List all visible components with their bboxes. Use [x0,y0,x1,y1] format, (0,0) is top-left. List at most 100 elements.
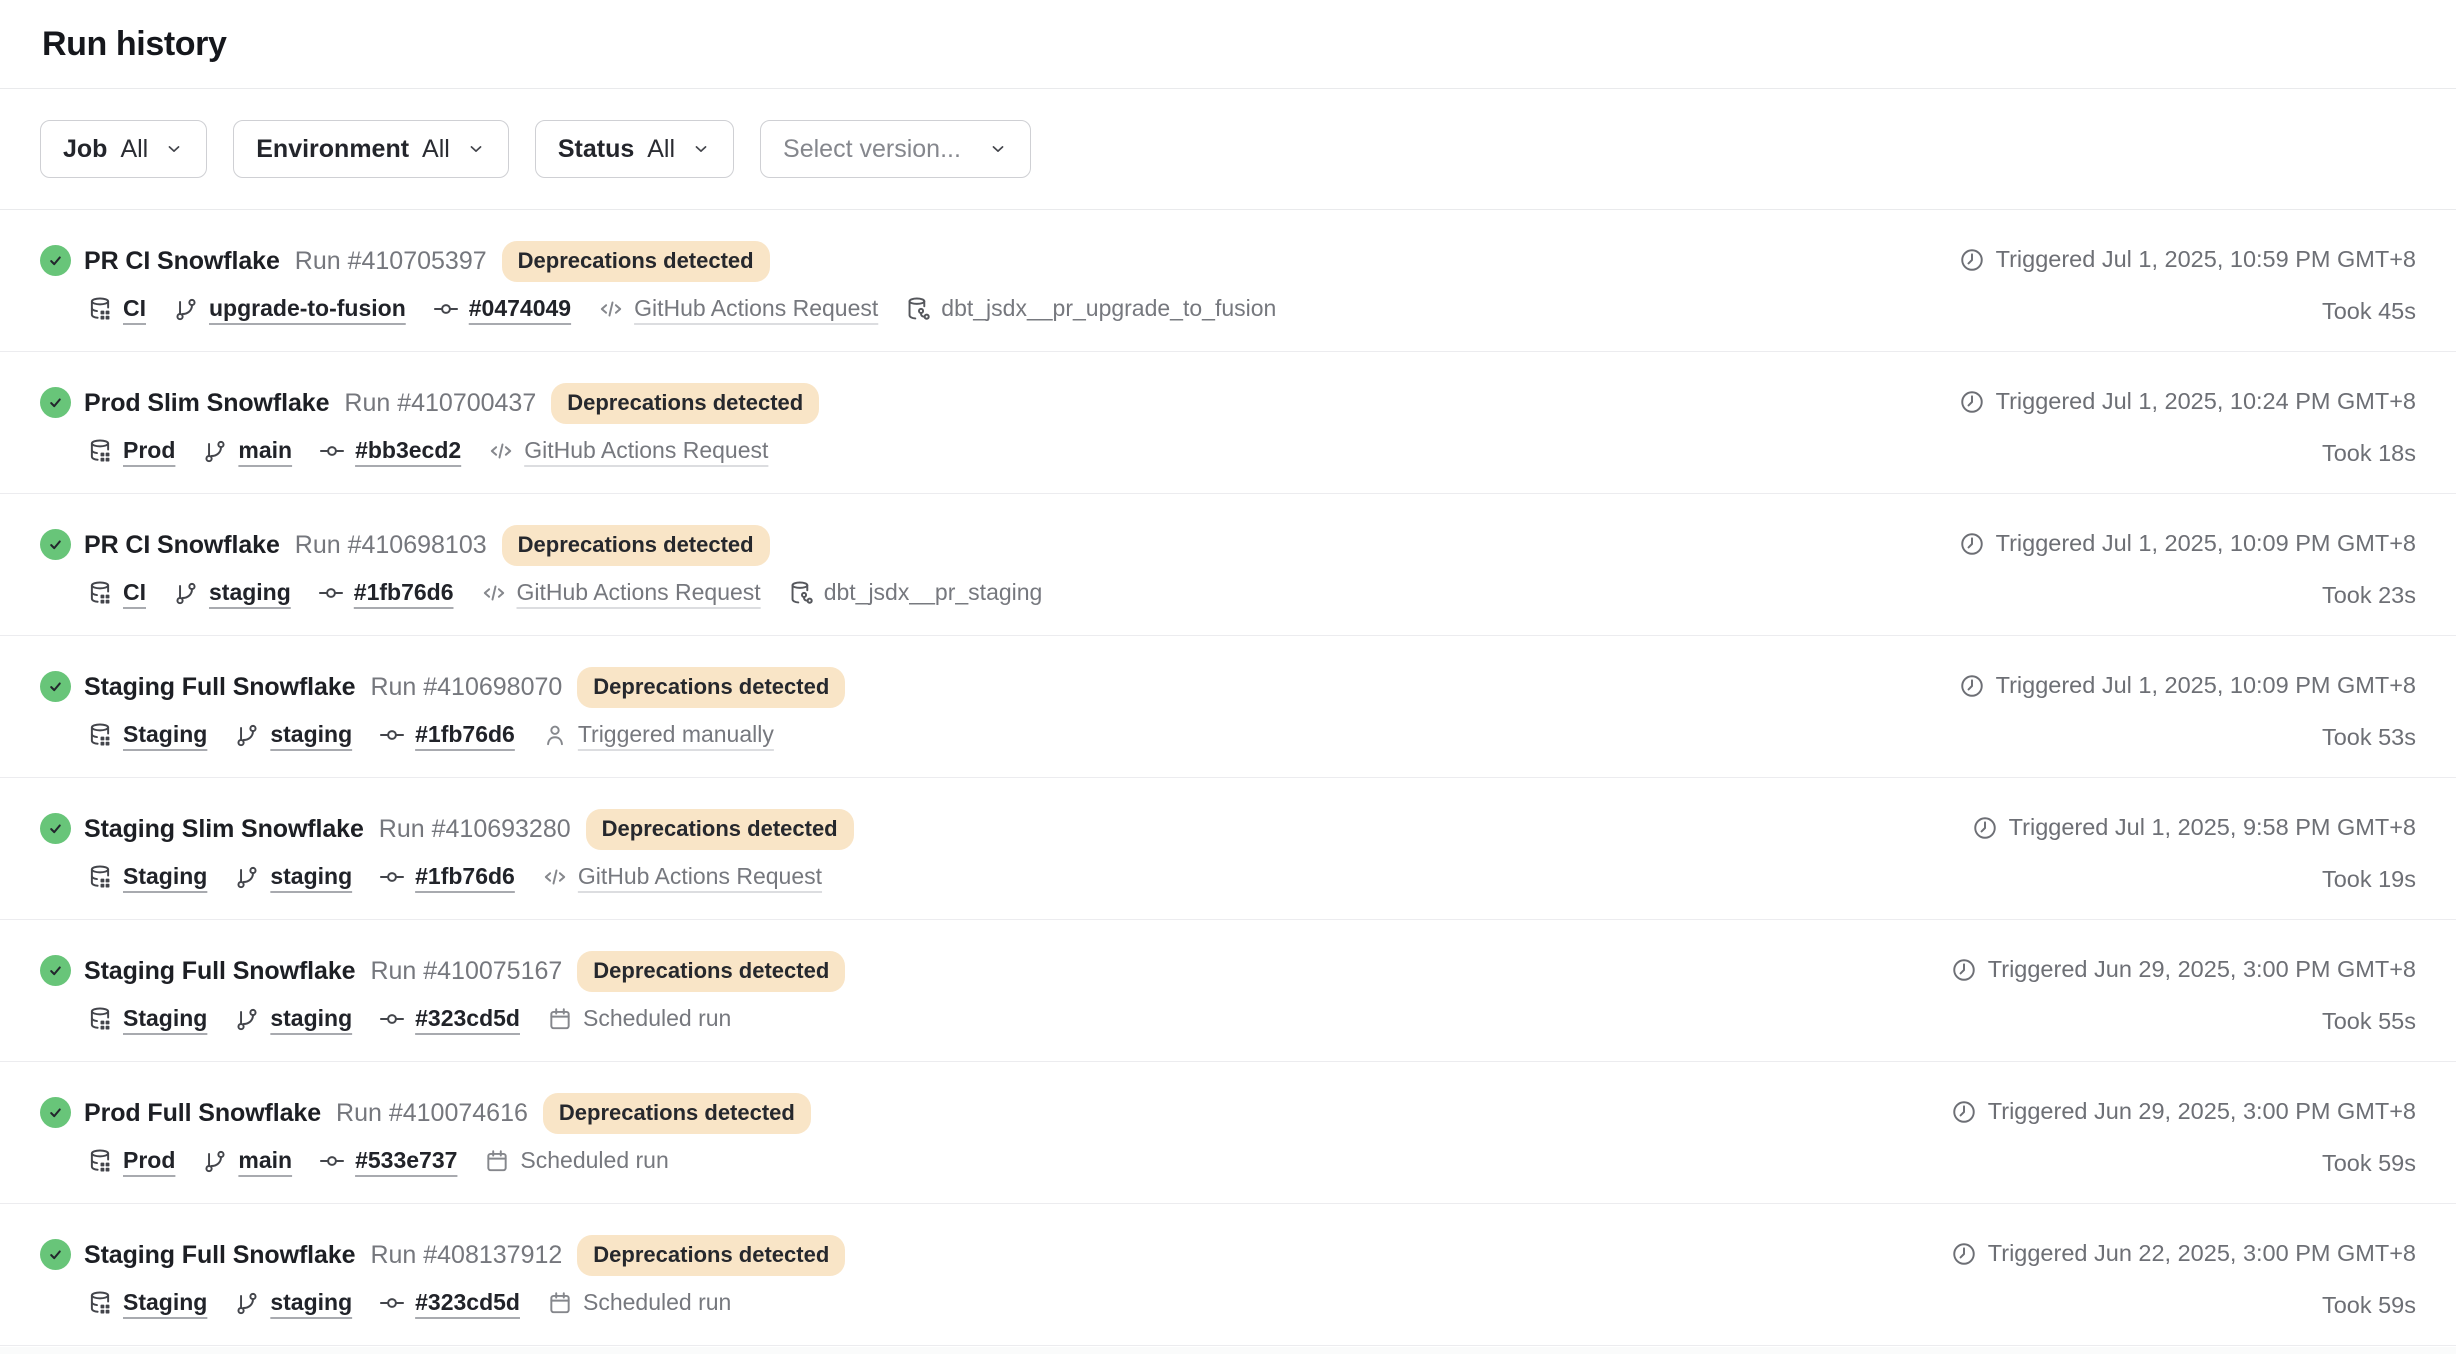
run-duration: Took 59s [1951,1292,2416,1319]
run-row[interactable]: Staging Full Snowflake Run #408137912 De… [0,1204,2456,1346]
schema-icon [788,580,814,606]
meta-environment-item[interactable]: Staging [87,1289,207,1316]
run-duration: Took 55s [1951,1008,2416,1035]
meta-branch-item[interactable]: upgrade-to-fusion [173,295,406,322]
meta-code-item[interactable]: GitHub Actions Request [481,579,761,606]
run-number: Run #410074616 [336,1099,528,1128]
schema-icon [905,296,931,322]
commit-icon [379,722,405,748]
meta-commit-item[interactable]: #1fb76d6 [318,579,454,606]
triggered-text: Triggered Jul 1, 2025, 10:09 PM GMT+8 [1996,672,2416,699]
clock-icon [1972,815,1998,841]
run-duration: Took 45s [1959,298,2416,325]
run-row[interactable]: Prod Full Snowflake Run #410074616 Depre… [0,1062,2456,1204]
run-name: Staging Full Snowflake [84,957,355,986]
run-meta: Prod main #bb3ecd2 GitHub Actions Request [87,437,819,464]
environment-icon [87,1290,113,1316]
commit-icon [319,1148,345,1174]
meta-person-item[interactable]: Triggered manually [542,721,774,748]
clock-icon [1959,247,1985,273]
page-title: Run history [42,25,227,64]
success-status-icon [40,955,71,986]
clock-icon [1951,957,1977,983]
page-header: Run history [0,0,2456,89]
meta-label: GitHub Actions Request [517,579,761,606]
run-name: Staging Full Snowflake [84,1241,355,1270]
triggered-timestamp: Triggered Jul 1, 2025, 10:24 PM GMT+8 [1959,388,2416,415]
run-row[interactable]: Staging Full Snowflake Run #410698070 De… [0,636,2456,778]
triggered-timestamp: Triggered Jun 29, 2025, 3:00 PM GMT+8 [1951,1098,2416,1125]
commit-icon [319,438,345,464]
meta-commit-item[interactable]: #1fb76d6 [379,863,515,890]
deprecations-badge: Deprecations detected [577,667,845,708]
run-row[interactable]: Staging Slim Snowflake Run #410693280 De… [0,778,2456,920]
run-duration: Took 23s [1959,582,2416,609]
chevron-down-icon [466,139,486,159]
environment-filter-value: All [422,135,450,164]
meta-environment-item[interactable]: Staging [87,1005,207,1032]
meta-environment-item[interactable]: CI [87,295,146,322]
run-row[interactable]: PR CI Snowflake Run #410698103 Deprecati… [0,494,2456,636]
branch-icon [173,296,199,322]
run-name: PR CI Snowflake [84,247,280,276]
status-filter-label: Status [558,135,634,164]
meta-label: #1fb76d6 [415,721,515,748]
success-status-icon [40,1239,71,1270]
success-status-icon [40,813,71,844]
run-row[interactable]: Prod Slim Snowflake Run #410700437 Depre… [0,352,2456,494]
environment-icon [87,296,113,322]
run-row[interactable]: PR CI Snowflake Run #410705397 Deprecati… [0,210,2456,352]
meta-branch-item[interactable]: staging [173,579,291,606]
run-name: Staging Slim Snowflake [84,815,364,844]
commit-icon [379,1290,405,1316]
meta-commit-item[interactable]: #323cd5d [379,1289,520,1316]
success-status-icon [40,387,71,418]
meta-commit-item[interactable]: #533e737 [319,1147,457,1174]
filter-bar: Job All Environment All Status All Selec… [0,89,2456,210]
branch-icon [202,438,228,464]
run-number: Run #410698070 [370,673,562,702]
meta-branch-item[interactable]: staging [234,1289,352,1316]
branch-icon [234,1006,260,1032]
code-icon [481,580,507,606]
code-icon [488,438,514,464]
meta-commit-item[interactable]: #0474049 [433,295,571,322]
run-number: Run #410698103 [295,531,487,560]
meta-code-item[interactable]: GitHub Actions Request [488,437,768,464]
person-icon [542,722,568,748]
branch-icon [234,1290,260,1316]
meta-branch-item[interactable]: staging [234,863,352,890]
chevron-down-icon [988,139,1008,159]
meta-calendar-item: Scheduled run [484,1147,668,1174]
job-filter-dropdown[interactable]: Job All [40,120,207,178]
meta-code-item[interactable]: GitHub Actions Request [542,863,822,890]
meta-environment-item[interactable]: Staging [87,721,207,748]
meta-environment-item[interactable]: Prod [87,437,175,464]
meta-environment-item[interactable]: Prod [87,1147,175,1174]
environment-icon [87,438,113,464]
meta-environment-item[interactable]: Staging [87,863,207,890]
run-name: Staging Full Snowflake [84,673,355,702]
triggered-text: Triggered Jun 29, 2025, 3:00 PM GMT+8 [1988,956,2416,983]
triggered-text: Triggered Jul 1, 2025, 9:58 PM GMT+8 [2009,814,2416,841]
run-row[interactable]: Staging Full Snowflake Run #410075167 De… [0,920,2456,1062]
environment-filter-dropdown[interactable]: Environment All [233,120,509,178]
meta-branch-item[interactable]: staging [234,1005,352,1032]
calendar-icon [547,1006,573,1032]
status-filter-dropdown[interactable]: Status All [535,120,734,178]
meta-commit-item[interactable]: #1fb76d6 [379,721,515,748]
meta-branch-item[interactable]: staging [234,721,352,748]
meta-branch-item[interactable]: main [202,437,292,464]
meta-commit-item[interactable]: #323cd5d [379,1005,520,1032]
run-meta: Staging staging #1fb76d6 Triggered manually [87,721,845,748]
meta-branch-item[interactable]: main [202,1147,292,1174]
version-filter-dropdown[interactable]: Select version... [760,120,1031,178]
meta-label: staging [270,1005,352,1032]
meta-code-item[interactable]: GitHub Actions Request [598,295,878,322]
meta-label: Prod [123,437,175,464]
version-filter-placeholder: Select version... [783,135,961,164]
meta-commit-item[interactable]: #bb3ecd2 [319,437,461,464]
meta-environment-item[interactable]: CI [87,579,146,606]
chevron-down-icon [164,139,184,159]
meta-label: staging [270,863,352,890]
